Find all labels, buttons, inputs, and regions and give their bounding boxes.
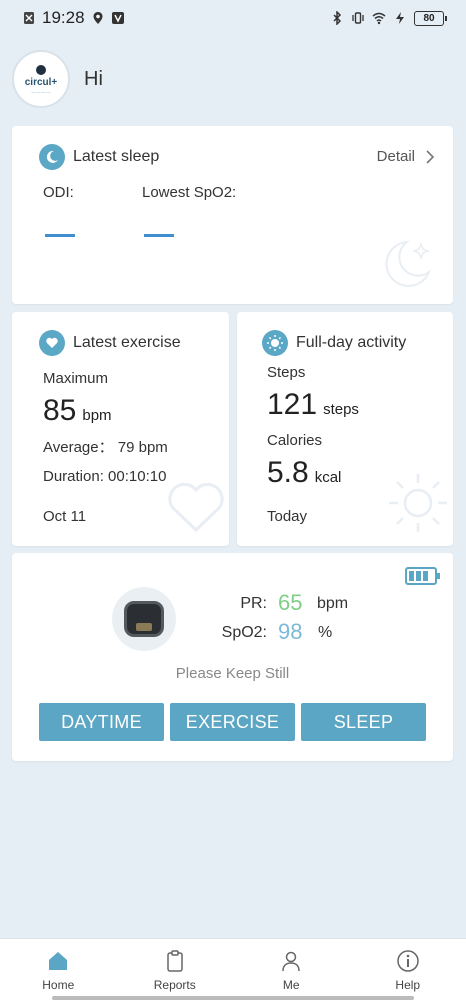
greeting: Hi <box>84 67 103 90</box>
steps-count: 121 steps <box>267 388 359 422</box>
chevron-right-icon <box>426 149 435 164</box>
battery-indicator: 80 <box>414 10 447 26</box>
device-battery-icon <box>405 567 440 585</box>
nav-me[interactable]: Me <box>233 939 350 1000</box>
full-day-activity-header: Full-day activity <box>262 330 406 356</box>
person-icon <box>282 951 300 972</box>
logo-mark-icon <box>36 64 46 75</box>
latest-exercise-header: Latest exercise <box>39 330 181 356</box>
nav-home[interactable]: Home <box>0 939 117 1000</box>
calories-value: 5.8 <box>267 456 309 489</box>
nav-reports-label: Reports <box>153 978 196 992</box>
steps-unit: steps <box>323 401 359 418</box>
sleep-mode-button[interactable]: SLEEP <box>301 703 426 741</box>
clipboard-icon <box>167 950 183 972</box>
sim-off-icon <box>24 12 34 24</box>
calories-unit: kcal <box>314 469 342 486</box>
pr-unit: bpm <box>317 595 349 612</box>
device-status-text: Please Keep Still <box>175 665 290 682</box>
nav-help[interactable]: Help <box>350 939 466 1000</box>
latest-exercise-card[interactable]: Latest exercise Maximum 85 bpm Average： 7… <box>12 312 229 546</box>
sun-watermark-icon <box>389 474 447 532</box>
avatar-logo-subtext: — — — — <box>31 88 51 94</box>
moon-icon <box>39 144 65 170</box>
heart-watermark-icon <box>168 482 224 533</box>
pr-label: PR: <box>240 595 267 612</box>
nav-home-label: Home <box>42 978 75 992</box>
latest-sleep-header: Latest sleep <box>39 144 159 170</box>
header: circul+ — — — — Hi <box>12 50 103 108</box>
status-bar: 19:28 80 <box>0 0 466 36</box>
nav-help-label: Help <box>395 978 421 992</box>
ring-icon <box>124 601 164 637</box>
lowest-spo2-empty-value <box>144 234 174 237</box>
maximum-heart-rate: 85 bpm <box>43 394 112 428</box>
info-icon <box>397 950 419 972</box>
odi-label: ODI: <box>43 184 74 201</box>
home-icon <box>49 952 68 970</box>
nav-me-label: Me <box>282 978 300 992</box>
odi-empty-value <box>45 234 75 237</box>
lowest-spo2-label: Lowest SpO2: <box>142 184 237 201</box>
location-icon <box>93 12 103 24</box>
maximum-unit: bpm <box>82 407 112 424</box>
spo2-value: 98 <box>278 619 303 644</box>
status-time: 19:28 <box>42 8 85 27</box>
bluetooth-icon <box>333 11 342 25</box>
daytime-mode-button[interactable]: DAYTIME <box>39 703 164 741</box>
steps-label: Steps <box>267 364 306 381</box>
steps-value: 121 <box>267 388 318 421</box>
charging-icon <box>396 12 404 24</box>
full-day-activity-title: Full-day activity <box>296 334 407 351</box>
battery-level: 80 <box>423 12 435 24</box>
maximum-label: Maximum <box>43 370 109 387</box>
calories-label: Calories <box>267 432 323 449</box>
vibrate-icon <box>352 12 364 24</box>
exercise-mode-button[interactable]: EXERCISE <box>170 703 295 741</box>
moon-stars-watermark-icon <box>385 240 432 287</box>
heart-icon <box>39 330 65 356</box>
home-indicator <box>52 996 414 1000</box>
exercise-date: Oct 11 <box>43 508 87 525</box>
average-heart-rate: Average： 79 bpm <box>43 439 168 456</box>
latest-sleep-title: Latest sleep <box>73 148 160 165</box>
device-card: PR: 65 bpm SpO2: 98 % Please Keep Still … <box>12 553 453 761</box>
pr-value: 65 <box>278 590 303 615</box>
spo2-label: SpO2: <box>221 624 267 641</box>
sleep-detail-link[interactable]: Detail <box>377 148 435 165</box>
latest-exercise-title: Latest exercise <box>73 334 181 351</box>
nav-reports[interactable]: Reports <box>117 939 234 1000</box>
ring-device-image <box>112 587 176 651</box>
spo2-unit: % <box>318 624 333 641</box>
detail-label: Detail <box>376 148 415 165</box>
bottom-navigation: Home Reports Me Help <box>0 938 466 1000</box>
app-notification-icon <box>111 12 124 24</box>
activity-period: Today <box>267 508 308 525</box>
calories-count: 5.8 kcal <box>267 456 341 490</box>
sun-icon <box>262 330 288 356</box>
avatar[interactable]: circul+ — — — — <box>12 50 70 108</box>
exercise-duration: Duration: 00:10:10 <box>43 468 167 485</box>
wifi-icon <box>372 12 386 25</box>
full-day-activity-card[interactable]: Full-day activity Steps 121 steps Calorie… <box>237 312 453 546</box>
maximum-value: 85 <box>43 394 77 427</box>
latest-sleep-card[interactable]: Latest sleep Detail ODI: Lowest SpO2: <box>12 126 453 304</box>
avatar-logo-text: circul+ <box>24 76 58 88</box>
